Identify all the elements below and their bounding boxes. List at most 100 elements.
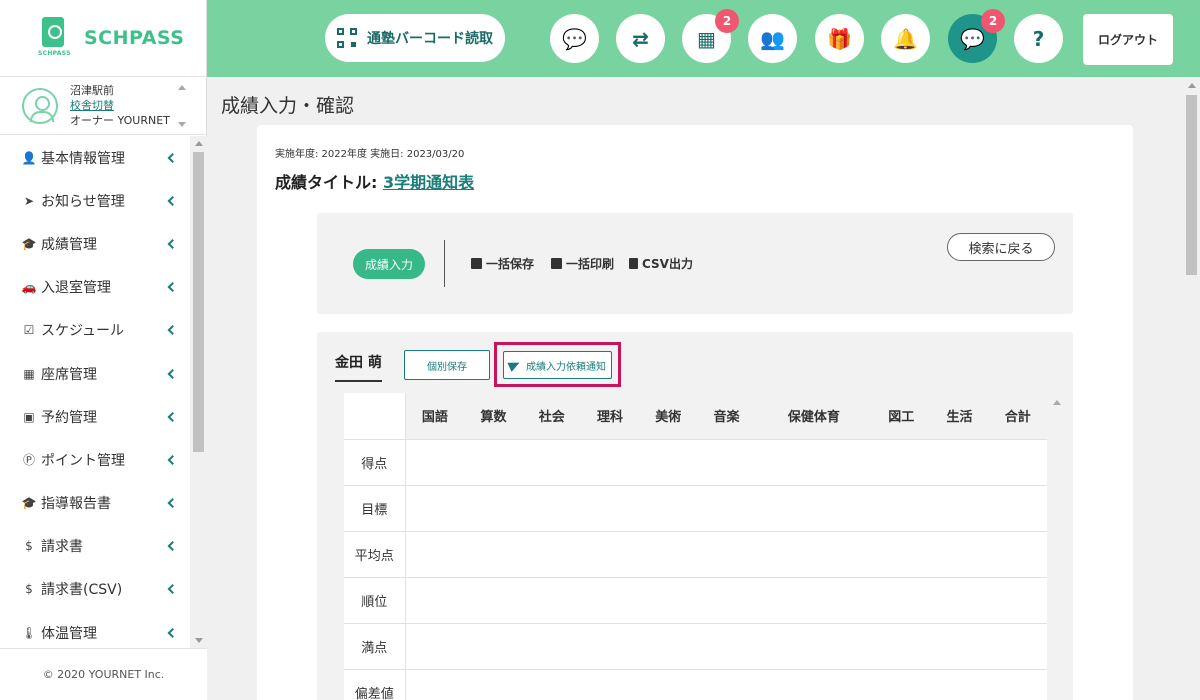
message-button[interactable]: 💬 2 <box>948 9 1005 63</box>
sidebar-item-11[interactable]: 🌡 体温管理 <box>0 611 190 648</box>
score-cell[interactable] <box>464 668 523 700</box>
score-cell[interactable] <box>872 668 931 700</box>
score-cell[interactable] <box>755 668 873 700</box>
score-cell[interactable] <box>988 622 1047 669</box>
score-cell[interactable] <box>872 484 931 531</box>
score-cell[interactable] <box>580 576 640 623</box>
sidebar-item-5[interactable]: ▦ 座席管理 <box>0 352 190 395</box>
main-scrollbar[interactable] <box>1183 77 1200 700</box>
score-cell[interactable] <box>464 438 523 485</box>
score-cell[interactable] <box>405 668 465 700</box>
score-cell[interactable] <box>755 576 873 623</box>
score-cell[interactable] <box>755 530 873 577</box>
sidebar-item-9[interactable]: $ 請求書 <box>0 525 190 568</box>
sidebar-item-7[interactable]: Ⓟ ポイント管理 <box>0 438 190 481</box>
sidebar-item-8[interactable]: 🎓 指導報告書 <box>0 482 190 525</box>
bulk-print-button[interactable]: 一括印刷 <box>551 255 614 272</box>
grade-title-link[interactable]: 3学期通知表 <box>383 173 474 192</box>
score-cell[interactable] <box>930 438 989 485</box>
bell-button[interactable]: 🔔 <box>881 14 930 63</box>
score-cell[interactable] <box>697 622 756 669</box>
score-cell[interactable] <box>872 576 931 623</box>
score-cell[interactable] <box>930 576 989 623</box>
score-cell[interactable] <box>464 576 523 623</box>
score-cell[interactable] <box>639 438 698 485</box>
score-cell[interactable] <box>697 668 756 700</box>
score-cell[interactable] <box>697 438 756 485</box>
bulk-save-button[interactable]: 一括保存 <box>471 255 534 272</box>
student-tab[interactable]: 金田 萌 <box>335 352 382 382</box>
score-cell[interactable] <box>988 530 1047 577</box>
score-cell[interactable] <box>755 438 873 485</box>
score-cell[interactable] <box>639 622 698 669</box>
score-cell[interactable] <box>639 530 698 577</box>
logout-button[interactable]: ログアウト <box>1083 14 1173 65</box>
score-cell[interactable] <box>930 484 989 531</box>
score-cell[interactable] <box>872 530 931 577</box>
sidebar-item-2[interactable]: 🎓 成績管理 <box>0 222 190 265</box>
score-cell[interactable] <box>639 484 698 531</box>
gift-button[interactable]: 🎁 <box>815 14 864 63</box>
chat-button[interactable]: 💬 <box>550 14 599 63</box>
score-cell[interactable] <box>405 622 465 669</box>
sidebar-item-6[interactable]: ▣ 予約管理 <box>0 395 190 438</box>
score-cell[interactable] <box>697 576 756 623</box>
score-cell[interactable] <box>580 438 640 485</box>
score-cell[interactable] <box>930 668 989 700</box>
score-cell[interactable] <box>405 438 465 485</box>
sidebar-item-10[interactable]: $ 請求書(CSV) <box>0 568 190 611</box>
csv-export-button[interactable]: CSV出力 <box>629 255 693 272</box>
score-cell[interactable] <box>405 484 465 531</box>
score-cell[interactable] <box>930 622 989 669</box>
logo[interactable]: SCHPASS SCHPASS <box>0 0 206 77</box>
score-cell[interactable] <box>580 668 640 700</box>
score-cell[interactable] <box>580 530 640 577</box>
school-switch-link[interactable]: 校舎切替 <box>70 98 170 113</box>
score-cell[interactable] <box>580 622 640 669</box>
score-cell[interactable] <box>872 438 931 485</box>
score-cell[interactable] <box>522 530 581 577</box>
score-cell[interactable] <box>464 484 523 531</box>
sidebar-item-0[interactable]: 👤 基本情報管理 <box>0 136 190 179</box>
score-cell[interactable] <box>697 530 756 577</box>
score-cell[interactable] <box>755 622 873 669</box>
calendar-button[interactable]: ▦ 2 <box>682 9 739 63</box>
score-cell[interactable] <box>522 668 581 700</box>
table-scroll-up-icon[interactable] <box>1053 400 1061 405</box>
barcode-scan-button[interactable]: 通塾バーコード読取 <box>325 14 505 62</box>
help-button[interactable]: ? <box>1014 14 1063 63</box>
score-cell[interactable] <box>405 530 465 577</box>
score-cell[interactable] <box>580 484 640 531</box>
meeting-button[interactable]: 👥 <box>748 14 797 63</box>
school-box-scrollbar[interactable] <box>178 83 186 129</box>
back-to-search-button[interactable]: 検索に戻る <box>947 233 1055 261</box>
chalkboard-icon: ▣ <box>23 409 35 424</box>
score-cell[interactable] <box>522 622 581 669</box>
score-cell[interactable] <box>872 622 931 669</box>
individual-save-button[interactable]: 個別保存 <box>404 350 490 380</box>
score-cell[interactable] <box>522 484 581 531</box>
score-cell[interactable] <box>522 438 581 485</box>
sidebar-item-1[interactable]: ➤ お知らせ管理 <box>0 179 190 222</box>
score-cell[interactable] <box>464 622 523 669</box>
score-cell[interactable] <box>988 576 1047 623</box>
grade-input-button[interactable]: 成績入力 <box>353 249 425 279</box>
exchange-button[interactable]: ⇄ <box>616 14 665 63</box>
sidebar-item-4[interactable]: ☑ スケジュール <box>0 309 190 352</box>
score-cell[interactable] <box>930 530 989 577</box>
barcode-scan-label: 通塾バーコード読取 <box>367 31 493 47</box>
score-cell[interactable] <box>639 576 698 623</box>
score-cell[interactable] <box>464 530 523 577</box>
invoice-icon: $ <box>25 582 33 597</box>
score-cell[interactable] <box>405 576 465 623</box>
grade-request-notify-button[interactable]: 成績入力依頼通知 <box>503 351 612 379</box>
score-cell[interactable] <box>755 484 873 531</box>
sidebar-scrollbar[interactable] <box>190 136 207 648</box>
score-cell[interactable] <box>988 484 1047 531</box>
score-cell[interactable] <box>522 576 581 623</box>
score-cell[interactable] <box>697 484 756 531</box>
score-cell[interactable] <box>639 668 698 700</box>
score-cell[interactable] <box>988 668 1047 700</box>
score-cell[interactable] <box>988 438 1047 485</box>
sidebar-item-3[interactable]: 🚗 入退室管理 <box>0 266 190 309</box>
